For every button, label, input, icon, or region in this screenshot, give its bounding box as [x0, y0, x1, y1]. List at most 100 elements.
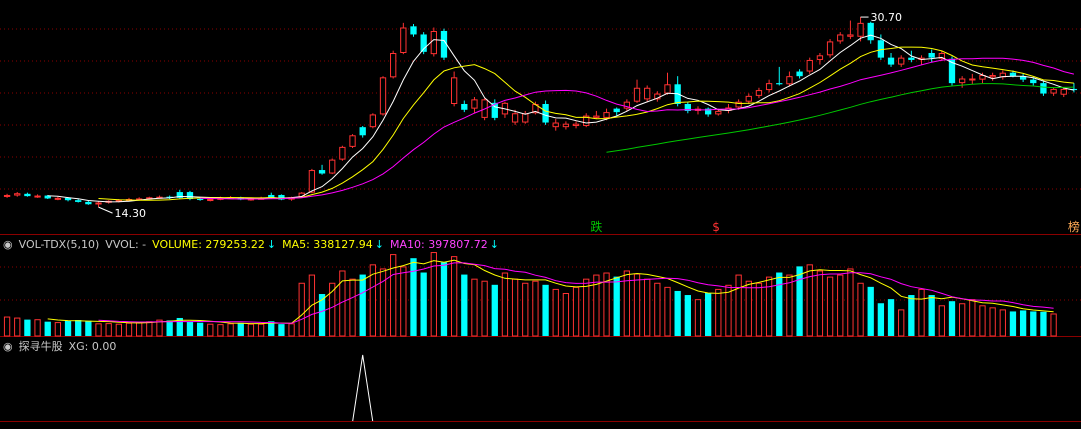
volume-bar[interactable] [572, 286, 580, 337]
candle[interactable] [745, 95, 752, 102]
volume-bar[interactable] [816, 270, 824, 337]
volume-bar[interactable] [644, 278, 651, 337]
volume-bar[interactable] [887, 299, 895, 336]
candle[interactable] [430, 30, 437, 55]
candle[interactable] [796, 71, 803, 77]
candle[interactable] [776, 83, 783, 85]
candle[interactable] [196, 199, 204, 201]
volume-bar[interactable] [745, 280, 752, 337]
volume-bar[interactable] [938, 305, 945, 337]
candle[interactable] [552, 122, 559, 128]
candle[interactable] [1060, 88, 1067, 95]
volume-bar[interactable] [501, 272, 509, 337]
volume-bar[interactable] [44, 321, 51, 336]
candle[interactable] [989, 75, 996, 78]
candle[interactable] [664, 84, 671, 94]
candle[interactable] [207, 199, 214, 202]
candle[interactable] [308, 170, 316, 193]
candle[interactable] [1030, 79, 1037, 84]
volume-bar[interactable] [908, 295, 915, 336]
candle[interactable] [369, 114, 377, 128]
volume-bar[interactable] [796, 266, 803, 336]
candle[interactable] [24, 193, 31, 197]
volume-bar[interactable] [75, 320, 82, 336]
candle[interactable] [633, 87, 641, 102]
volume-bar[interactable] [979, 305, 986, 337]
volume-bar[interactable] [664, 286, 671, 337]
volume-bar[interactable] [948, 301, 956, 336]
collapse-icon[interactable]: ◉ [3, 238, 13, 251]
volume-bar[interactable] [867, 286, 874, 336]
volume-bar[interactable] [918, 288, 925, 337]
candle[interactable] [562, 123, 570, 128]
volume-bar[interactable] [481, 280, 488, 337]
volume-bar[interactable] [54, 322, 62, 337]
candle[interactable] [644, 87, 651, 100]
volume-bar[interactable] [390, 254, 397, 337]
volume-bar[interactable] [359, 274, 366, 336]
candle[interactable] [1009, 72, 1017, 77]
volume-bar[interactable] [207, 323, 214, 337]
candle[interactable] [511, 113, 519, 123]
candle[interactable] [806, 59, 813, 72]
volume-bar[interactable] [715, 288, 722, 337]
volume-bar[interactable] [1050, 313, 1057, 337]
volume-bar[interactable] [288, 323, 295, 337]
volume-bar[interactable] [237, 322, 244, 336]
volume-bar[interactable] [613, 276, 620, 336]
candle[interactable] [755, 90, 763, 96]
candle[interactable] [379, 77, 387, 115]
volume-bar[interactable] [146, 321, 153, 337]
candle[interactable] [471, 99, 478, 109]
volume-bar[interactable] [969, 299, 976, 337]
volume-bar[interactable] [115, 323, 122, 337]
candle[interactable] [928, 52, 935, 58]
candle[interactable] [400, 27, 407, 53]
candle[interactable] [715, 110, 722, 115]
candle[interactable] [85, 201, 92, 205]
volume-bar[interactable] [186, 321, 194, 336]
candle[interactable] [857, 22, 864, 37]
volume-bar[interactable] [704, 293, 712, 336]
candle[interactable] [765, 83, 773, 91]
volume-bar[interactable] [735, 274, 742, 337]
candle[interactable] [461, 103, 468, 110]
volume-bar[interactable] [136, 322, 143, 337]
candle[interactable] [898, 57, 905, 65]
price-panel[interactable] [3, 17, 1078, 208]
candle[interactable] [1040, 83, 1047, 94]
candle[interactable] [34, 195, 41, 198]
volume-bar[interactable] [85, 320, 92, 336]
candle[interactable] [359, 127, 366, 136]
volume-bar[interactable] [440, 262, 448, 336]
candle[interactable] [349, 135, 356, 147]
volume-bar[interactable] [776, 272, 783, 336]
volume-bar[interactable] [471, 278, 478, 337]
candle[interactable] [329, 159, 336, 174]
candle[interactable] [3, 194, 11, 197]
candle[interactable] [959, 78, 966, 84]
volume-bar[interactable] [34, 319, 41, 337]
volume-bar[interactable] [105, 323, 112, 337]
xg-panel[interactable] [352, 354, 374, 422]
volume-bar[interactable] [125, 322, 133, 337]
volume-bar[interactable] [806, 264, 813, 337]
volume-panel[interactable] [3, 252, 1057, 337]
volume-bar[interactable] [430, 252, 437, 337]
volume-bar[interactable] [583, 278, 590, 337]
volume-bar[interactable] [1030, 311, 1037, 336]
candle[interactable] [847, 34, 854, 37]
volume-bar[interactable] [959, 303, 966, 337]
candle[interactable] [593, 115, 600, 118]
candle[interactable] [95, 202, 102, 205]
candle[interactable] [603, 112, 610, 118]
volume-bar[interactable] [227, 323, 234, 337]
volume-bar[interactable] [522, 282, 529, 337]
volume-bar[interactable] [1040, 311, 1047, 336]
candle[interactable] [887, 57, 895, 65]
volume-bar[interactable] [928, 295, 935, 336]
candle[interactable] [339, 146, 346, 160]
volume-bar[interactable] [837, 274, 844, 337]
volume-bar[interactable] [877, 303, 885, 336]
candle[interactable] [410, 26, 417, 35]
